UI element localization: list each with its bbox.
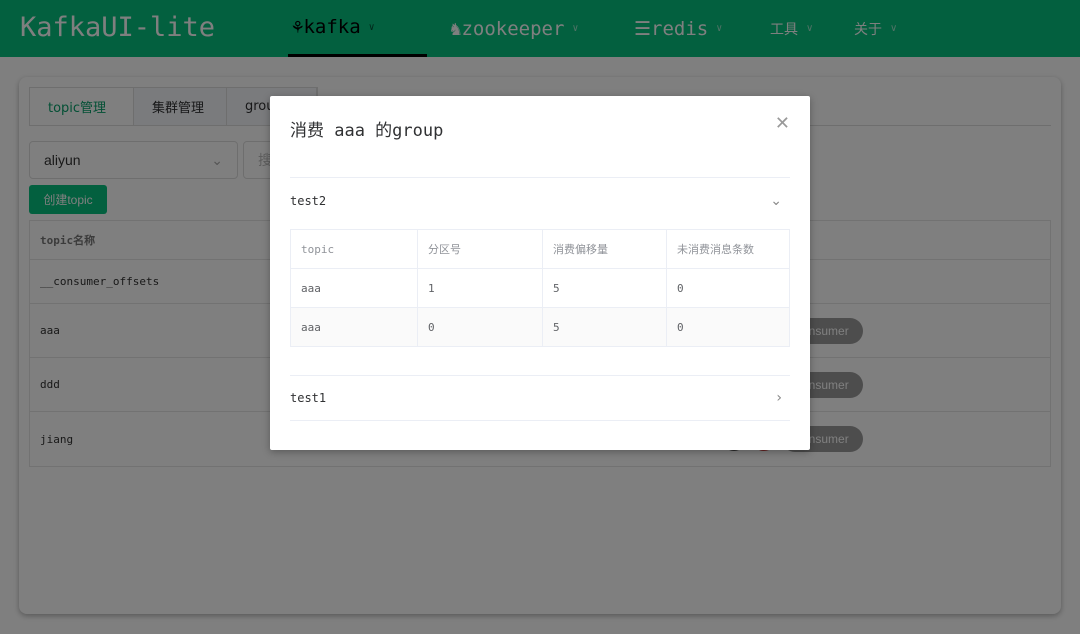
group-name: test1 [290, 391, 327, 405]
table-header: topic 分区号 消费偏移量 未消费消息条数 [290, 229, 790, 269]
chevron-down-icon: ⌄ [770, 192, 782, 209]
cell: aaa [290, 307, 418, 347]
dialog-title: 消费 aaa 的group [290, 121, 444, 141]
group-name: test2 [290, 193, 327, 208]
column-header: 分区号 [417, 229, 543, 269]
table-row: aaa 1 5 0 [290, 268, 790, 308]
column-header: topic [290, 229, 418, 269]
cell: 0 [666, 268, 790, 308]
group-test2-header[interactable]: test2 ⌄ [290, 177, 790, 223]
cell: 5 [542, 268, 667, 308]
group-test1-header[interactable]: test1 › [290, 375, 790, 421]
cell: aaa [290, 268, 418, 308]
cell: 0 [666, 307, 790, 347]
consumer-group-dialog: 消费 aaa 的group ✕ test2 ⌄ topic 分区号 消费偏移量 未消费消… [270, 96, 810, 450]
close-icon[interactable]: ✕ [775, 113, 790, 134]
chevron-right-icon: › [776, 390, 782, 406]
column-header: 消费偏移量 [542, 229, 667, 269]
group-offsets-table: topic 分区号 消费偏移量 未消费消息条数 aaa 1 5 0 aaa 0 5 0 [290, 229, 790, 347]
cell: 0 [417, 307, 543, 347]
column-header: 未消费消息条数 [666, 229, 790, 269]
cell: 1 [417, 268, 543, 308]
table-row: aaa 0 5 0 [290, 307, 790, 347]
cell: 5 [542, 307, 667, 347]
